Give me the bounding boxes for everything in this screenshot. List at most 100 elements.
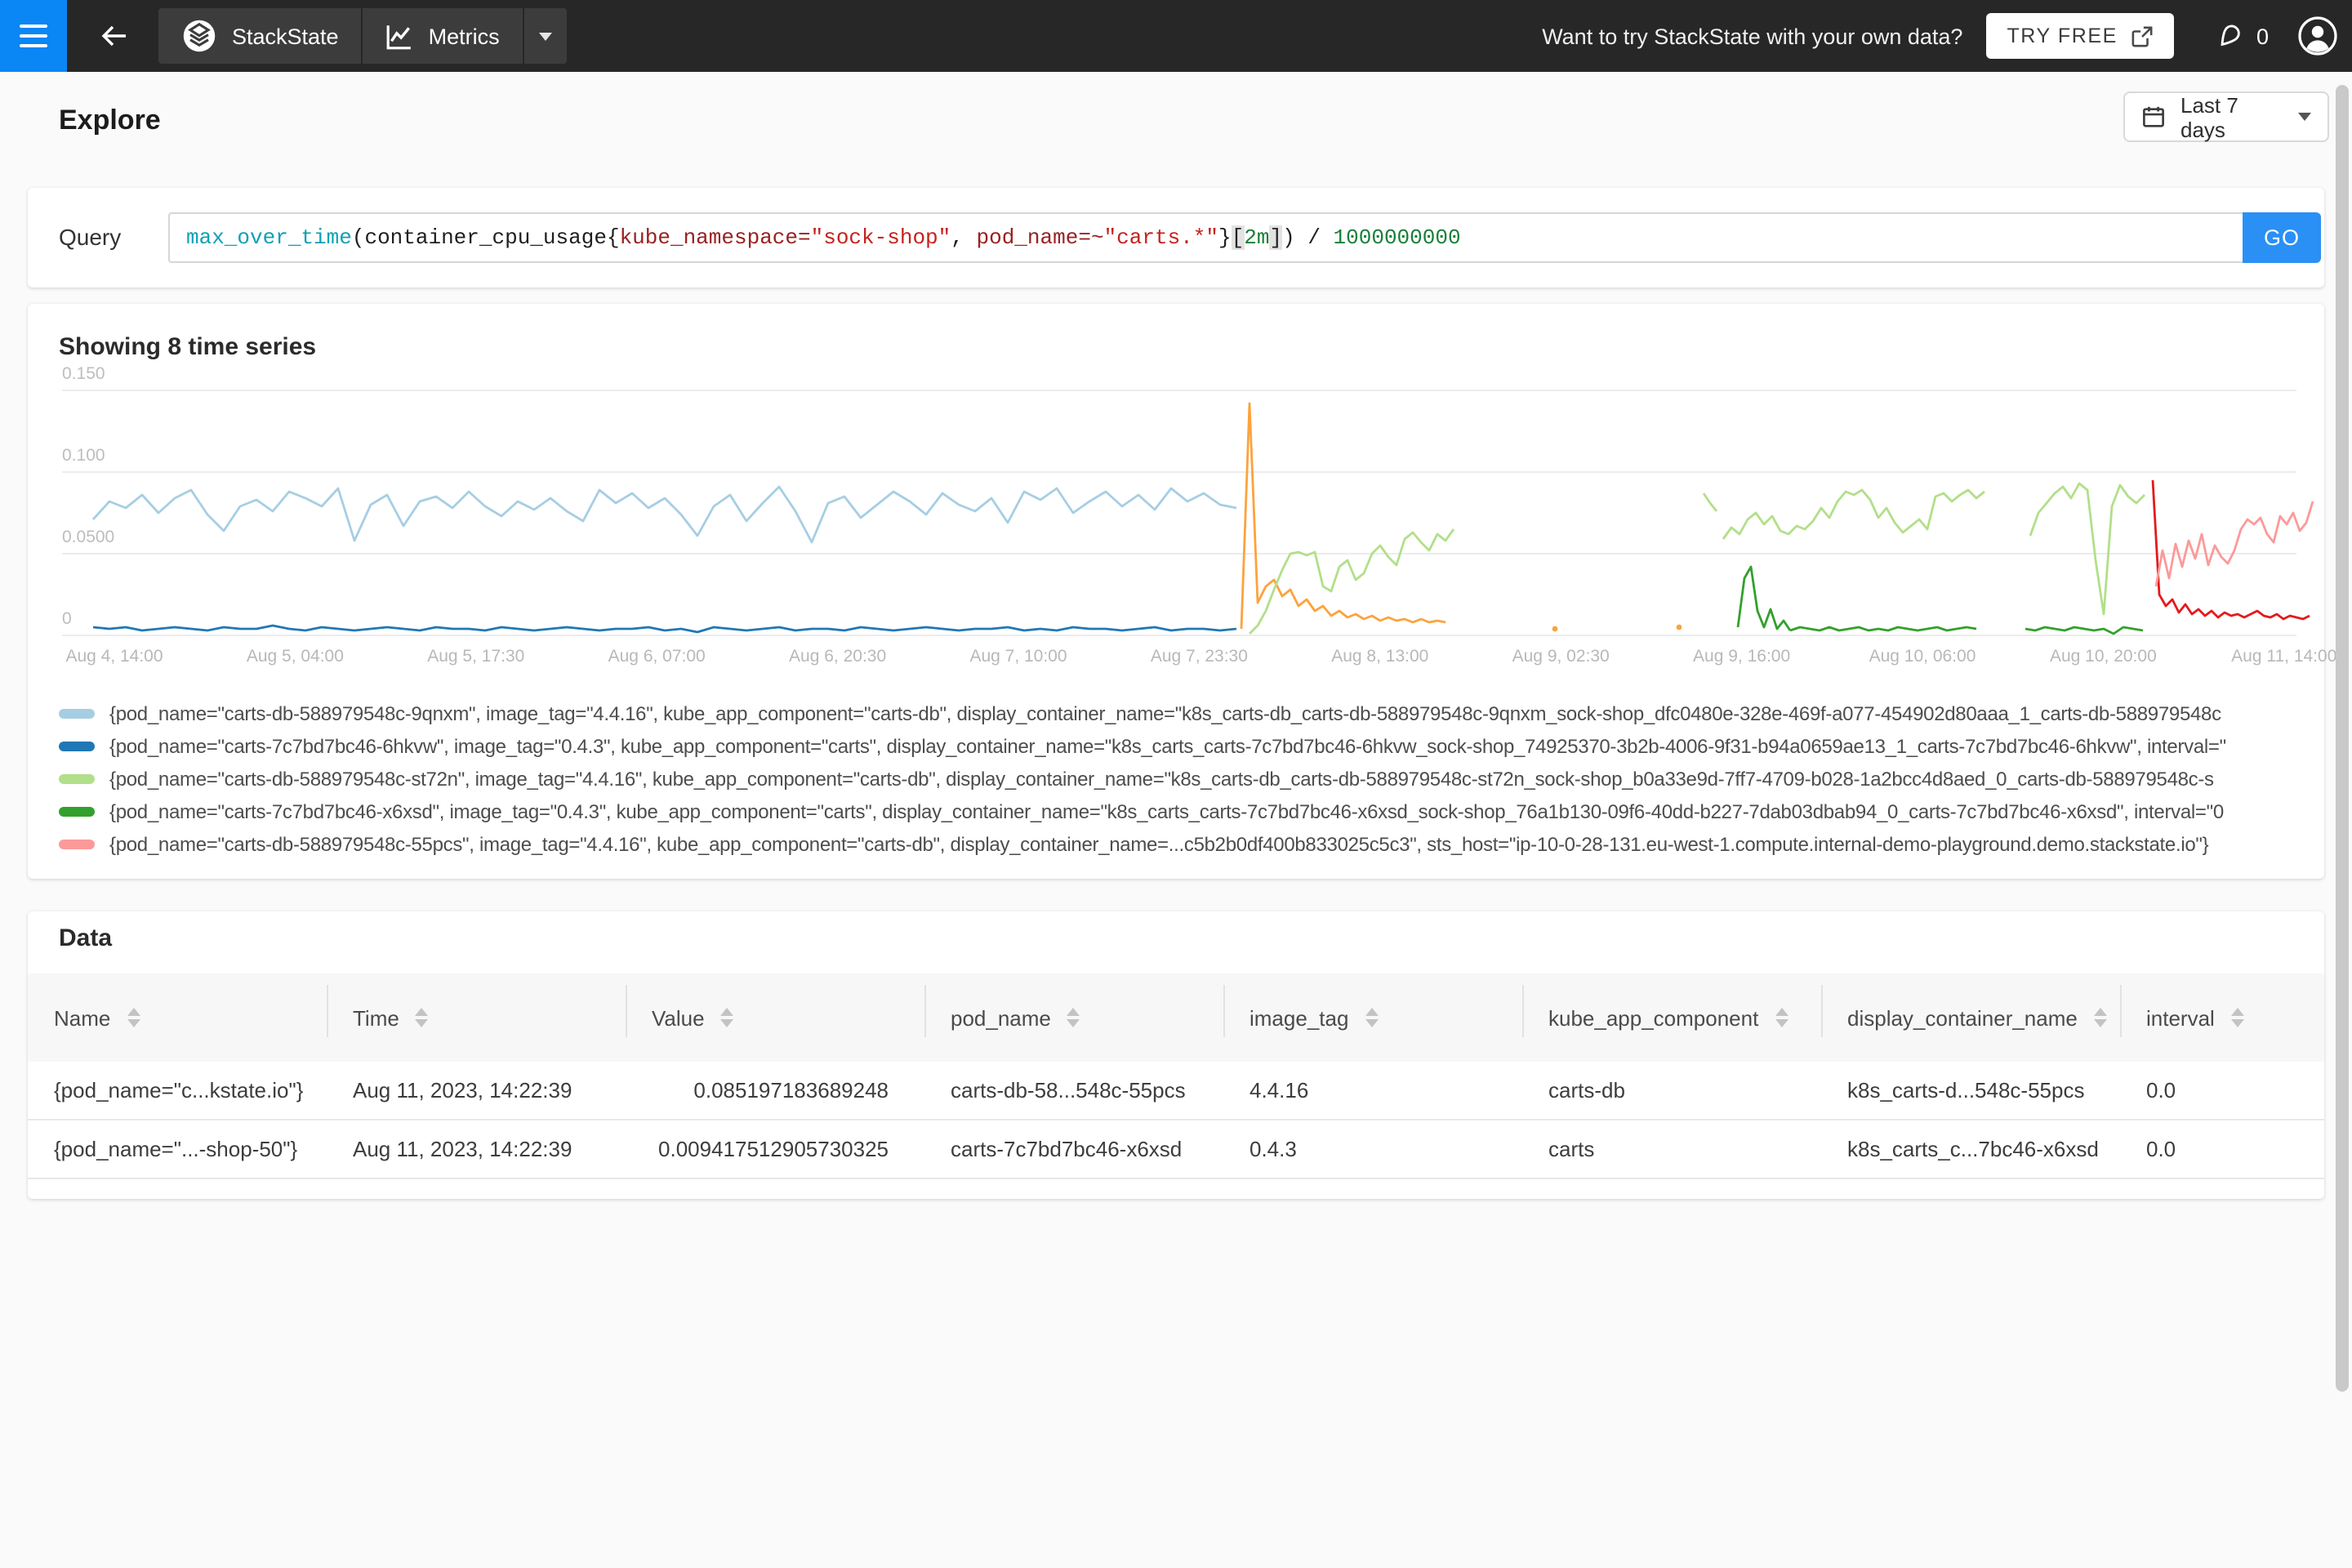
table-cell: 0.085197183689248 [693,1078,889,1102]
column-header-label: interval [2146,1005,2215,1030]
page-scrollbar[interactable] [2336,78,2349,1557]
legend-swatch [59,741,95,751]
series-line [1702,492,1718,512]
column-header-kube-app-component[interactable]: kube_app_component [1522,973,1821,1062]
chart-legend: {pod_name="carts-db-588979548c-9qnxm", i… [59,702,2313,866]
x-axis-tick: Aug 6, 20:30 [789,647,887,666]
tab-metrics[interactable]: Metrics [361,8,523,64]
sort-icon [2093,1008,2107,1027]
pinned-items-button[interactable]: 0 [2214,20,2269,51]
legend-item[interactable]: {pod_name="carts-db-588979548c-9qnxm", i… [59,702,2313,724]
query-token: kube_namespace [619,225,798,250]
table-header-row: Name Time Value pod_name image_tag kube_app_c… [28,973,2324,1062]
time-range-selector[interactable]: Last 7 days [2123,91,2329,142]
series-line [2029,482,2145,616]
go-button[interactable]: GO [2243,212,2321,263]
table-cell: {pod_name="...-shop-50"} [54,1137,298,1161]
data-card: Data Name Time Value pod_name image_tag kube_… [28,911,2324,1199]
table-row[interactable]: {pod_name="...-shop-50"} Aug 11, 2023, 14… [28,1120,2324,1179]
legend-swatch [59,773,95,783]
table-cell: 0.0 [2146,1137,2176,1161]
legend-item[interactable]: {pod_name="carts-db-588979548c-55pcs", i… [59,832,2313,855]
hamburger-menu-button[interactable] [0,0,67,72]
table-body: {pod_name="c...kstate.io"} Aug 11, 2023, … [28,1062,2324,1179]
query-token: / [1294,225,1334,250]
data-section-title: Data [59,924,113,952]
query-label: Query [59,224,122,250]
table-row[interactable]: {pod_name="c...kstate.io"} Aug 11, 2023, … [28,1062,2324,1120]
table-cell: 4.4.16 [1250,1078,1309,1102]
try-free-button[interactable]: TRY FREE [1985,13,2175,59]
tab-metrics-label: Metrics [428,24,500,48]
scrollbar-thumb[interactable] [2336,85,2349,1392]
x-axis-tick: Aug 7, 10:00 [969,647,1067,666]
table-cell: k8s_carts-d...548c-55pcs [1847,1078,2085,1102]
column-header-time[interactable]: Time [327,973,626,1062]
table-cell: carts-7c7bd7bc46-x6xsd [951,1137,1183,1161]
series-line [2154,501,2314,587]
tab-dropdown-button[interactable] [522,8,567,64]
back-button[interactable] [87,8,142,64]
avatar-icon [2296,15,2339,57]
column-header-image-tag[interactable]: image_tag [1223,973,1522,1062]
page-title: Explore [59,105,161,136]
column-header-interval[interactable]: interval [2120,973,2324,1062]
legend-item[interactable]: {pod_name="carts-db-588979548c-st72n", i… [59,767,2313,790]
sort-icon [1775,1008,1788,1027]
tab-stackstate[interactable]: StackState [158,8,362,64]
query-token: } [1218,225,1232,250]
time-range-label: Last 7 days [2180,92,2238,141]
column-header-label: image_tag [1250,1005,1349,1030]
legend-swatch [59,708,95,718]
pin-icon [2214,20,2245,51]
top-tabs: StackState Metrics [158,8,567,64]
legend-item[interactable]: {pod_name="carts-7c7bd7bc46-x6xsd", imag… [59,800,2313,822]
x-axis-tick: Aug 9, 16:00 [1693,647,1791,666]
column-header-pod-name[interactable]: pod_name [924,973,1223,1062]
sort-icon [1365,1008,1379,1027]
query-token: container_cpu_usage [364,225,607,250]
legend-swatch [59,806,95,816]
column-header-label: Value [652,1005,705,1030]
column-header-display-container-name[interactable]: display_container_name [1821,973,2120,1062]
x-axis-tick: Aug 4, 14:00 [65,647,163,666]
x-axis-tick: Aug 9, 02:30 [1512,647,1610,666]
stackstate-logo-icon [181,18,217,54]
arrow-left-icon [98,20,131,52]
sort-icon [2230,1008,2244,1027]
x-axis-tick: Aug 10, 20:00 [2049,647,2157,666]
legend-label: {pod_name="carts-db-588979548c-st72n", i… [109,767,2214,790]
query-token: ( [351,225,365,250]
query-card: Query max_over_time(container_cpu_usage{… [28,188,2324,287]
query-token: , [951,225,977,250]
line-chart-icon [386,22,414,50]
sort-icon [720,1008,734,1027]
series-line [91,485,1237,544]
pin-count: 0 [2256,24,2269,48]
column-header-name[interactable]: Name [28,973,327,1062]
column-header-value[interactable]: Value [626,973,924,1062]
query-token: 1000000000 [1333,225,1461,250]
tab-stackstate-label: StackState [232,24,339,48]
query-input[interactable]: max_over_time(container_cpu_usage{kube_n… [168,212,2243,263]
table-cell: 0.4.3 [1250,1137,1297,1161]
series-line [1249,528,1455,635]
series-line [2025,626,2144,635]
user-avatar-button[interactable] [2296,15,2339,57]
query-token: = [798,225,811,250]
query-token: ] [1269,225,1283,250]
series-point [1552,626,1558,632]
app-root: StackState Metrics Want to try StackStat… [0,0,2352,1568]
query-token: pod_name [976,225,1079,250]
query-token: 2m [1244,225,1270,250]
series-line [1736,565,1792,631]
sort-icon [127,1008,140,1027]
series-point [1676,624,1682,630]
column-header-label: Time [353,1005,399,1030]
chevron-down-icon [538,32,552,40]
table-cell: Aug 11, 2023, 14:22:39 [353,1137,572,1161]
try-free-label: TRY FREE [2007,24,2118,47]
legend-label: {pod_name="carts-7c7bd7bc46-x6xsd", imag… [109,800,2224,822]
chart-card: Showing 8 time series 0.150 0.100 0.0500 0 A… [28,304,2336,879]
legend-item[interactable]: {pod_name="carts-7c7bd7bc46-6hkvw", imag… [59,734,2313,757]
